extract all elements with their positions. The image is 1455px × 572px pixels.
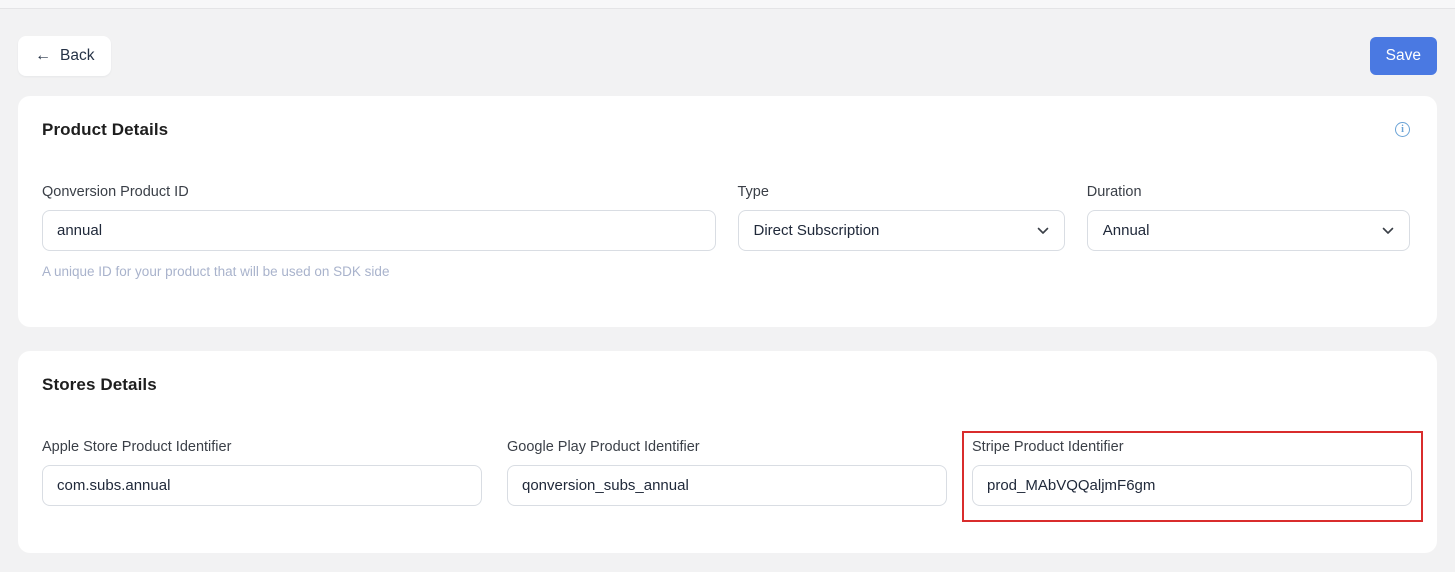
stripe-input[interactable]: [972, 465, 1412, 506]
product-details-fields: Qonversion Product ID A unique ID for yo…: [42, 183, 1410, 281]
stores-details-title: Stores Details: [42, 375, 157, 394]
back-arrow-icon: ←: [35, 47, 51, 64]
duration-field: Duration Annual: [1086, 183, 1410, 281]
google-play-field: Google Play Product Identifier: [507, 438, 947, 506]
duration-select[interactable]: Annual: [1086, 210, 1410, 251]
google-play-input[interactable]: [507, 465, 947, 506]
product-id-helper-text: A unique ID for your product that will b…: [42, 264, 390, 279]
back-button[interactable]: ← Back: [18, 36, 112, 76]
type-select[interactable]: Direct Subscription: [737, 210, 1065, 251]
apple-store-label: Apple Store Product Identifier: [42, 439, 232, 455]
apple-store-input[interactable]: [42, 465, 482, 506]
top-divider: [0, 0, 1455, 9]
type-label: Type: [737, 184, 769, 200]
toolbar: ← Back Save: [18, 36, 1437, 76]
google-play-label: Google Play Product Identifier: [507, 439, 700, 455]
info-icon[interactable]: i: [1395, 122, 1410, 137]
duration-label: Duration: [1086, 184, 1142, 200]
stores-details-fields: Apple Store Product Identifier Google Pl…: [42, 431, 1423, 522]
stripe-label: Stripe Product Identifier: [972, 439, 1124, 455]
back-button-label: Back: [60, 47, 95, 64]
product-details-header: Product Details i: [42, 120, 1410, 140]
stores-details-header: Stores Details: [42, 375, 1412, 395]
save-button[interactable]: Save: [1369, 37, 1437, 75]
stripe-field: Stripe Product Identifier: [962, 431, 1423, 522]
qonversion-product-id-input[interactable]: [42, 210, 716, 251]
type-select-value: Direct Subscription: [753, 222, 880, 239]
apple-store-field: Apple Store Product Identifier: [42, 438, 482, 506]
chevron-down-icon: [1037, 227, 1049, 235]
chevron-down-icon: [1382, 227, 1394, 235]
qonversion-product-id-field: Qonversion Product ID A unique ID for yo…: [42, 183, 716, 281]
qonversion-product-id-label: Qonversion Product ID: [42, 184, 189, 200]
product-details-card: Product Details i Qonversion Product ID …: [18, 96, 1437, 327]
product-details-title: Product Details: [42, 120, 169, 139]
duration-select-value: Annual: [1102, 222, 1150, 239]
type-field: Type Direct Subscription: [737, 183, 1065, 281]
stores-details-card: Stores Details Apple Store Product Ident…: [18, 351, 1437, 553]
